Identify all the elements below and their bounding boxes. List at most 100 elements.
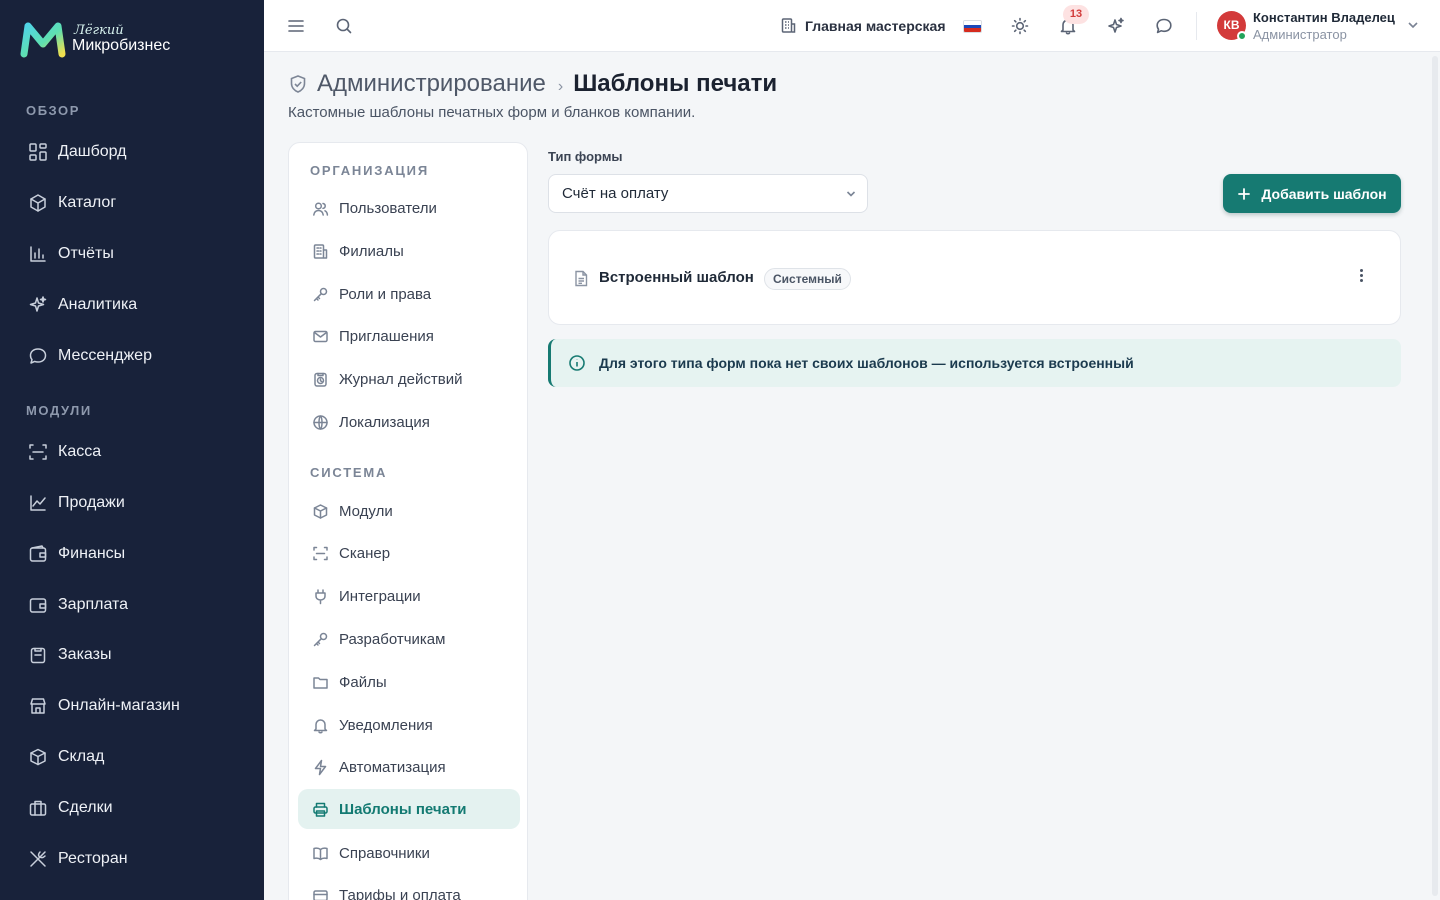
settings-item-label: Журнал действий <box>339 370 463 388</box>
logo-mark-icon <box>20 22 66 58</box>
info-alert-text: Для этого типа форм пока нет своих шабло… <box>599 355 1134 371</box>
briefcase-icon <box>29 800 47 816</box>
sidebar-item-label: Склад <box>58 748 105 765</box>
building-icon <box>781 18 796 33</box>
bolt-icon <box>314 759 327 775</box>
settings-section-system: СИСТЕМА <box>310 465 388 480</box>
add-template-button[interactable]: Добавить шаблон <box>1223 174 1401 213</box>
settings-item-directories[interactable]: Справочники <box>298 833 520 873</box>
template-card[interactable]: Встроенный шаблон Системный <box>548 230 1401 325</box>
settings-item-localization[interactable]: Локализация <box>298 402 520 442</box>
chat-icon <box>29 348 47 364</box>
settings-item-print-templates[interactable]: Шаблоны печати <box>298 789 520 829</box>
store-icon <box>30 698 46 714</box>
document-icon <box>575 270 588 287</box>
sidebar-item-catalog[interactable]: Каталог <box>28 191 116 215</box>
search-button[interactable] <box>334 16 354 36</box>
mail-icon <box>313 330 328 342</box>
clipboard-icon <box>30 647 46 664</box>
history-icon <box>314 372 327 387</box>
settings-item-integrations[interactable]: Интеграции <box>298 576 520 616</box>
users-icon <box>313 201 329 216</box>
settings-item-scanner[interactable]: Сканер <box>298 533 520 573</box>
template-title: Встроенный шаблон <box>599 269 754 286</box>
settings-item-users[interactable]: Пользователи <box>298 188 520 228</box>
user-menu-toggle[interactable] <box>1406 18 1420 32</box>
scan-icon <box>313 546 328 560</box>
form-type-select[interactable]: Счёт на оплату <box>548 174 868 213</box>
sidebar-item-label: Финансы <box>58 545 126 562</box>
printer-icon <box>313 802 328 817</box>
notifications-count-badge: 13 <box>1063 5 1089 24</box>
settings-item-branches[interactable]: Филиалы <box>298 231 520 271</box>
settings-item-billing[interactable]: Тарифы и оплата <box>298 875 520 900</box>
user-name[interactable]: Константин Владелец <box>1253 10 1395 25</box>
add-template-button-label: Добавить шаблон <box>1261 185 1387 202</box>
settings-item-label: Разработчикам <box>339 630 446 648</box>
sidebar-item-orders[interactable]: Заказы <box>28 643 111 667</box>
settings-nav: ОРГАНИЗАЦИЯ Пользователи Филиалы Роли и … <box>288 142 528 900</box>
settings-item-invitations[interactable]: Приглашения <box>298 316 520 356</box>
hamburger-icon <box>288 20 304 32</box>
sidebar-item-label: Заказы <box>58 646 112 663</box>
settings-item-notifications[interactable]: Уведомления <box>298 705 520 745</box>
sidebar-item-payroll[interactable]: Зарплата <box>28 593 128 617</box>
shield-check-icon <box>290 75 306 93</box>
breadcrumb-parent-link[interactable]: Администрирование <box>317 70 546 98</box>
sidebar-item-analytics[interactable]: Аналитика <box>28 293 137 317</box>
sidebar-item-label: Мессенджер <box>58 347 152 364</box>
key-icon <box>313 632 328 646</box>
workshop-selector[interactable]: Главная мастерская <box>780 17 946 34</box>
sidebar-item-label: Касса <box>58 443 102 460</box>
sidebar-item-cashier[interactable]: Касса <box>28 440 101 464</box>
settings-item-label: Автоматизация <box>339 758 446 776</box>
bar-chart-icon <box>30 246 46 262</box>
info-alert: Для этого типа форм пока нет своих шабло… <box>548 339 1401 387</box>
settings-item-files[interactable]: Файлы <box>298 662 520 702</box>
sidebar-item-dashboard[interactable]: Дашборд <box>28 140 127 164</box>
sidebar-item-sales[interactable]: Продажи <box>28 491 125 515</box>
settings-item-developers[interactable]: Разработчикам <box>298 619 520 659</box>
main-sidebar: Лёгкий Микробизнес ОБЗОР Дашборд Каталог… <box>0 0 264 900</box>
template-more-actions-button[interactable] <box>1353 267 1369 289</box>
building-icon <box>313 243 328 259</box>
menu-toggle-button[interactable] <box>286 16 306 36</box>
sidebar-item-online-store[interactable]: Онлайн-магазин <box>28 694 180 718</box>
utensils-icon <box>30 851 46 867</box>
settings-item-automation[interactable]: Автоматизация <box>298 747 520 787</box>
language-flag-ru-button[interactable] <box>963 20 982 33</box>
sidebar-item-deals[interactable]: Сделки <box>28 796 113 820</box>
settings-item-audit-log[interactable]: Журнал действий <box>298 359 520 399</box>
sun-icon <box>1011 17 1029 35</box>
sidebar-item-reports[interactable]: Отчёты <box>28 242 114 266</box>
sidebar-item-restaurant[interactable]: Ресторан <box>28 847 128 871</box>
sidebar-item-label: Отчёты <box>58 245 114 262</box>
settings-item-label: Сканер <box>339 544 391 562</box>
page-subtitle: Кастомные шаблоны печатных форм и бланко… <box>288 104 696 121</box>
form-type-label: Тип формы <box>548 149 623 164</box>
plus-icon <box>1238 187 1251 200</box>
key-icon <box>313 287 328 301</box>
settings-item-modules[interactable]: Модули <box>298 491 520 531</box>
sidebar-item-messenger[interactable]: Мессенджер <box>28 344 152 368</box>
sidebar-item-label: Зарплата <box>58 596 129 613</box>
settings-item-label: Шаблоны печати <box>339 800 467 818</box>
ai-assistant-button[interactable] <box>1106 16 1126 36</box>
search-icon <box>336 18 352 34</box>
settings-item-label: Филиалы <box>339 242 404 260</box>
topbar-divider <box>1196 12 1197 40</box>
settings-item-label: Пользователи <box>339 199 437 217</box>
settings-item-roles[interactable]: Роли и права <box>298 274 520 314</box>
sidebar-item-warehouse[interactable]: Склад <box>28 745 104 769</box>
wallet-icon <box>29 545 47 562</box>
grid-icon <box>29 143 47 161</box>
top-bar: Главная мастерская 13 КВ Константин Влад… <box>264 0 1440 52</box>
page-scrollbar[interactable] <box>1432 56 1438 896</box>
brand-logo[interactable]: Лёгкий Микробизнес <box>20 20 170 58</box>
settings-item-label: Тарифы и оплата <box>339 886 461 900</box>
page-title: Шаблоны печати <box>573 70 778 97</box>
theme-toggle-button[interactable] <box>1010 16 1030 36</box>
system-badge: Системный <box>764 268 851 290</box>
sidebar-item-finance[interactable]: Финансы <box>28 542 125 566</box>
messages-button[interactable] <box>1154 16 1174 36</box>
